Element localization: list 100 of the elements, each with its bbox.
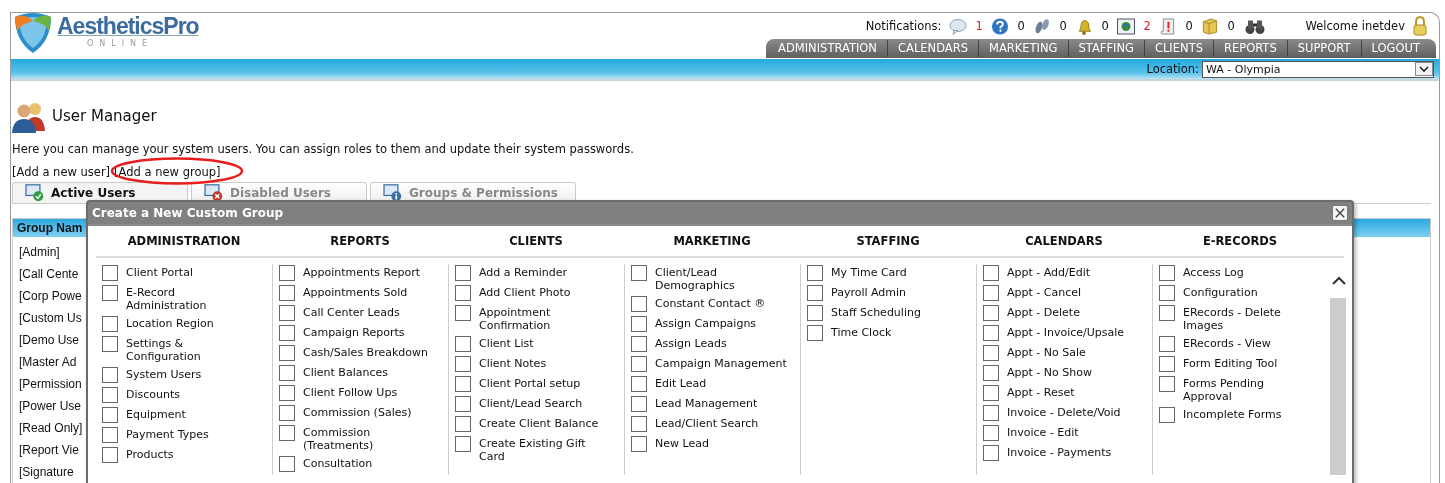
checkbox[interactable] (1159, 407, 1175, 423)
checkbox[interactable] (455, 356, 471, 372)
column-heading: STAFFING (855, 234, 921, 248)
group-name-link[interactable]: [Permission (19, 377, 82, 391)
package-icon[interactable] (1201, 17, 1220, 35)
checkbox[interactable] (279, 285, 295, 301)
group-name-link[interactable]: [Read Only] (19, 421, 83, 435)
nav-menu-item[interactable]: LOGOUT (1361, 40, 1430, 57)
checkbox[interactable] (279, 365, 295, 381)
checkbox[interactable] (102, 407, 118, 423)
nav-menu-item[interactable]: MARKETING (978, 40, 1069, 57)
group-name-link[interactable]: [Report Vie (19, 443, 79, 457)
close-button[interactable] (1332, 205, 1348, 221)
notifications-label: Notifications: (865, 19, 942, 33)
checkbox[interactable] (455, 436, 471, 452)
group-name-link[interactable]: [Demo Use (19, 333, 80, 347)
checkbox[interactable] (631, 336, 647, 352)
group-name-link[interactable]: [Call Cente (19, 267, 79, 281)
checkbox[interactable] (102, 316, 118, 332)
checkbox[interactable] (279, 425, 295, 441)
nav-menu-item[interactable]: CLIENTS (1144, 40, 1214, 57)
checkbox[interactable] (1159, 305, 1175, 321)
checkbox[interactable] (631, 316, 647, 332)
checkbox[interactable] (455, 336, 471, 352)
checkbox[interactable] (807, 325, 823, 341)
group-name-link[interactable]: [Signature (19, 465, 74, 479)
checkbox[interactable] (1159, 376, 1175, 392)
checkbox[interactable] (279, 345, 295, 361)
checkbox[interactable] (455, 285, 471, 301)
notification-count: 0 (1017, 19, 1026, 33)
checkbox[interactable] (455, 376, 471, 392)
checkbox[interactable] (102, 447, 118, 463)
nav-menu-item[interactable]: SUPPORT (1287, 40, 1362, 57)
help-icon[interactable] (991, 17, 1010, 35)
footprints-icon[interactable] (1033, 17, 1052, 35)
notification-count: 0 (1227, 19, 1236, 33)
checkbox[interactable] (102, 265, 118, 281)
permission-label: Products (126, 447, 174, 461)
checkbox[interactable] (102, 367, 118, 383)
checkbox[interactable] (631, 416, 647, 432)
checkbox[interactable] (983, 325, 999, 341)
checkbox[interactable] (1159, 285, 1175, 301)
checkbox[interactable] (455, 265, 471, 281)
checkbox[interactable] (279, 305, 295, 321)
checkbox[interactable] (455, 396, 471, 412)
checkbox[interactable] (631, 376, 647, 392)
checkbox[interactable] (631, 436, 647, 452)
checkbox[interactable] (631, 296, 647, 312)
group-name-link[interactable]: [Custom Us (19, 311, 82, 325)
checkbox[interactable] (807, 265, 823, 281)
checkbox[interactable] (631, 396, 647, 412)
checkbox[interactable] (983, 265, 999, 281)
checkbox[interactable] (102, 336, 118, 352)
checkbox[interactable] (455, 305, 471, 321)
checkbox[interactable] (102, 285, 118, 301)
group-name-link[interactable]: [Master Ad (19, 355, 77, 369)
permission-label: Create Existing Gift Card (479, 436, 587, 463)
checkbox[interactable] (983, 425, 999, 441)
checkbox[interactable] (983, 445, 999, 461)
nav-menu-item[interactable]: REPORTS (1213, 40, 1288, 57)
checkbox[interactable] (102, 387, 118, 403)
location-select[interactable]: WA - Olympia (1202, 60, 1434, 78)
permission-label: Appt - No Sale (1007, 345, 1086, 359)
checkbox[interactable] (983, 345, 999, 361)
permission-label: Invoice - Payments (1007, 445, 1112, 459)
lock-icon[interactable] (1413, 16, 1427, 36)
permission-label: Time Clock (831, 325, 892, 339)
checkbox[interactable] (631, 265, 647, 281)
checkbox[interactable] (807, 305, 823, 321)
group-name-link[interactable]: [Admin] (19, 245, 60, 259)
permission-label: Appointments Sold (303, 285, 408, 299)
checkbox[interactable] (807, 285, 823, 301)
action-link[interactable]: [Add a new user] (12, 165, 111, 179)
nav-menu-item[interactable]: ADMINISTRATION (768, 40, 888, 57)
checkbox[interactable] (102, 427, 118, 443)
checkbox[interactable] (279, 325, 295, 341)
permission-label: Form Editing Tool (1183, 356, 1278, 370)
checkbox[interactable] (1159, 336, 1175, 352)
scrollbar[interactable] (1330, 264, 1346, 475)
checkbox[interactable] (631, 356, 647, 372)
globe-picture-icon[interactable] (1117, 17, 1136, 35)
bell-icon[interactable] (1075, 17, 1094, 35)
group-name-link[interactable]: [Power Use (19, 399, 82, 413)
group-name-link[interactable]: [Corp Powe (19, 289, 82, 303)
nav-menu-item[interactable]: STAFFING (1068, 40, 1145, 57)
checkbox[interactable] (279, 385, 295, 401)
checkbox[interactable] (983, 305, 999, 321)
checkbox[interactable] (1159, 265, 1175, 281)
checkbox[interactable] (983, 365, 999, 381)
permission-label: Appt - Delete (1007, 305, 1080, 319)
checkbox[interactable] (455, 416, 471, 432)
checkbox[interactable] (983, 385, 999, 401)
checkbox[interactable] (1159, 356, 1175, 372)
permission-label: My Time Card (831, 265, 907, 279)
checkbox[interactable] (983, 405, 999, 421)
checkbox[interactable] (279, 265, 295, 281)
checkbox[interactable] (983, 285, 999, 301)
checkbox[interactable] (279, 456, 295, 472)
nav-menu-item[interactable]: CALENDARS (888, 40, 979, 57)
checkbox[interactable] (279, 405, 295, 421)
